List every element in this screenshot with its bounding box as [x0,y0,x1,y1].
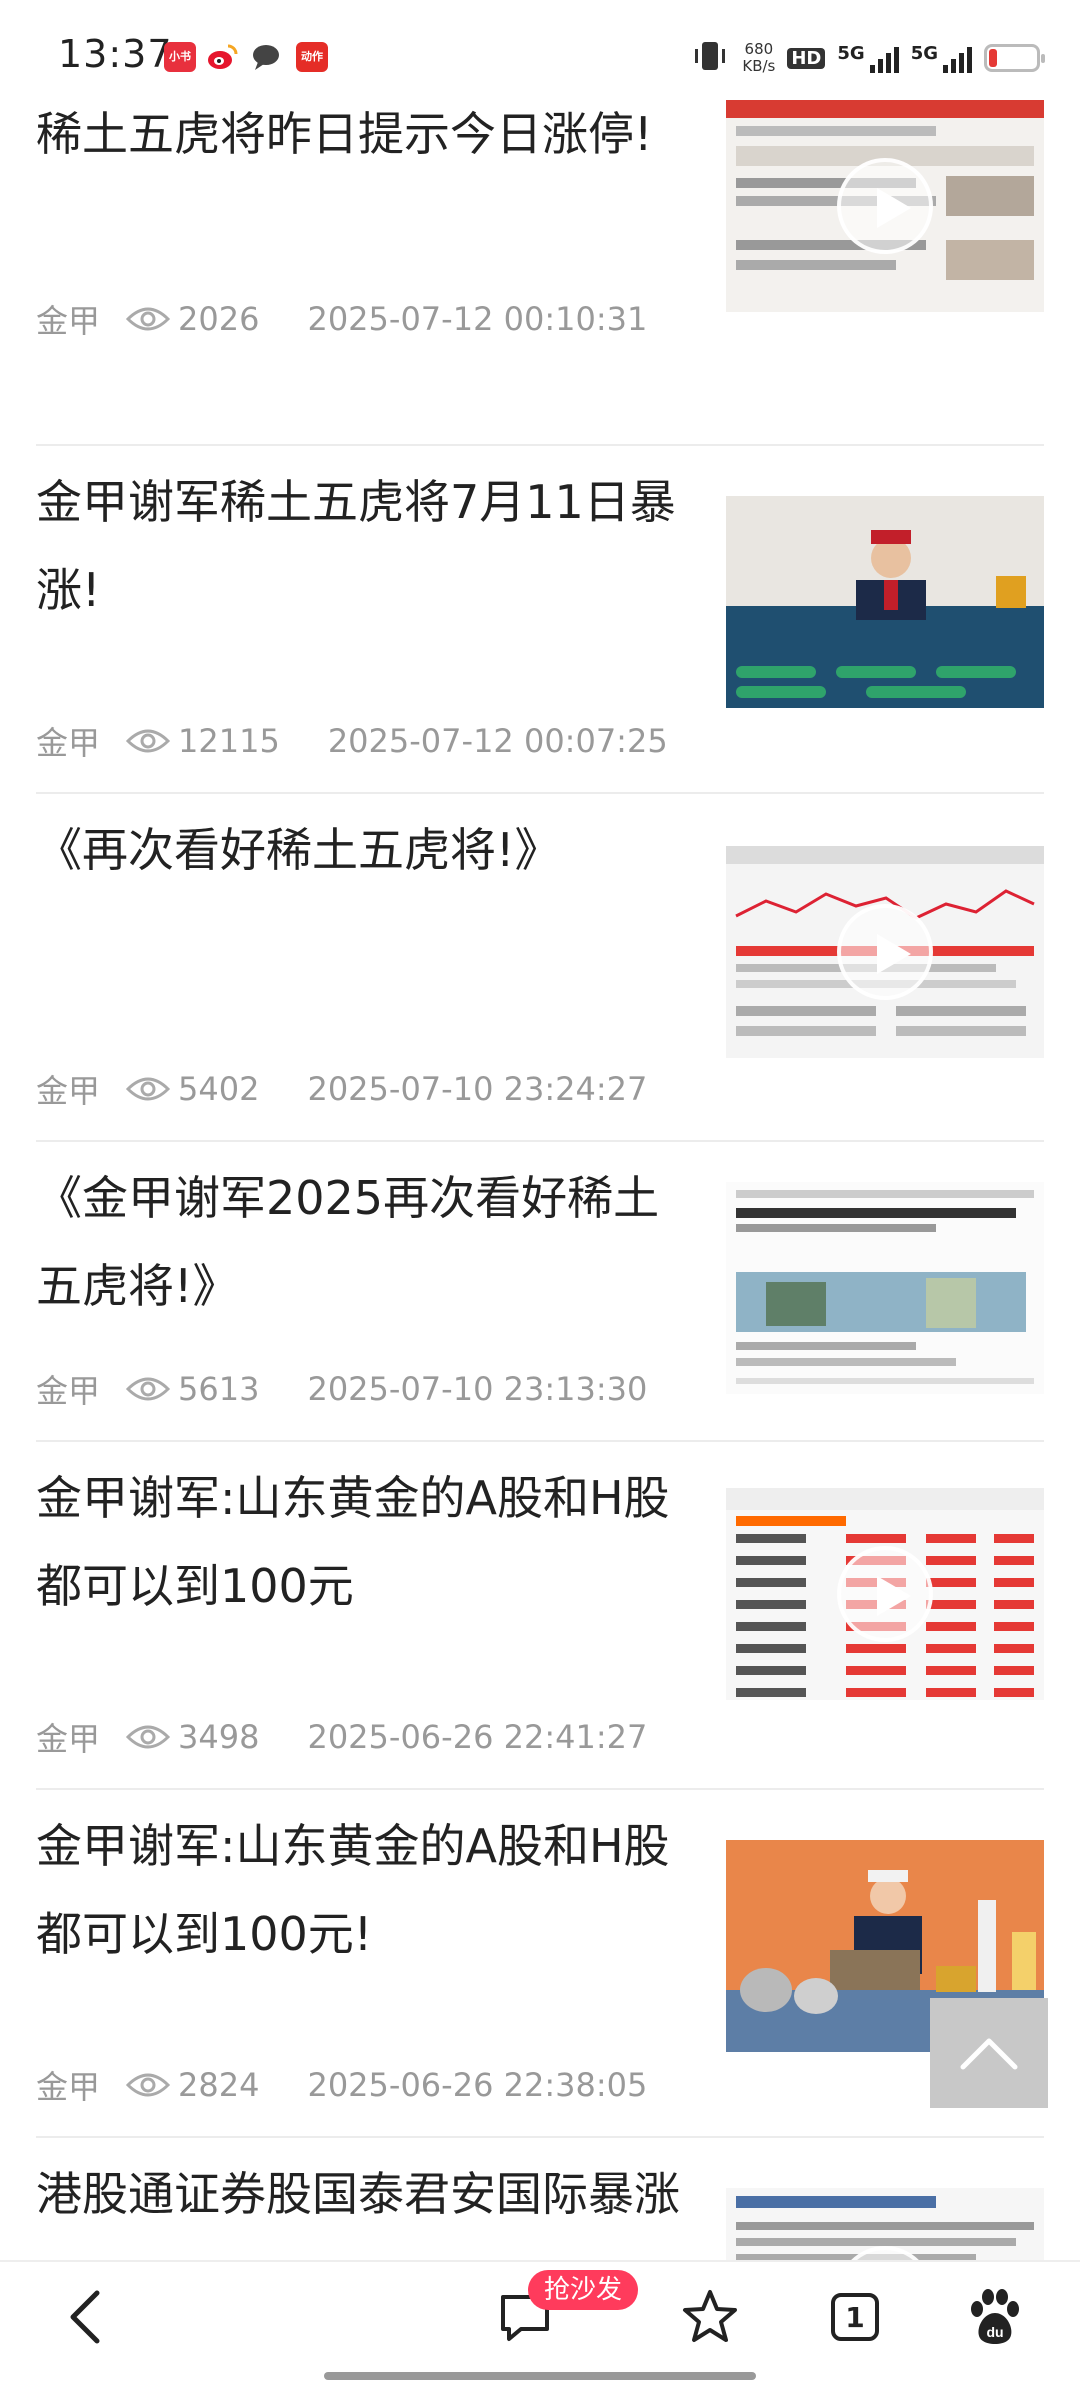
status-indicators: 680 KB/s HD 5G 5G [690,36,1045,80]
item-datetime: 2025-07-10 23:13:30 [307,1370,648,1408]
svg-text:du: du [986,2324,1003,2340]
vibrate-icon [690,39,730,77]
back-to-top-button[interactable] [930,1998,1048,2108]
item-views: 2026 [178,300,260,338]
back-arrow-icon [70,2290,100,2344]
thumbnail-image [726,1182,1044,1394]
tabs-button[interactable]: 1 [810,2262,900,2372]
views-eye-icon [126,729,171,753]
item-views: 5402 [178,1070,260,1108]
net-speed: 680 KB/s [742,41,775,75]
favorite-button[interactable] [665,2262,755,2372]
item-thumbnail[interactable] [726,1182,1044,1394]
baidu-paw-icon: du [971,2289,1019,2344]
item-title[interactable]: 金甲谢军稀土五虎将7月11日暴涨! [36,458,696,634]
article-feed[interactable]: 稀土五虎将昨日提示今日涨停! 金甲 2026 2025-07-12 00:10:… [0,100,1080,2260]
item-datetime: 2025-06-26 22:41:27 [307,1718,648,1756]
back-button[interactable] [40,2262,130,2372]
net-speed-value: 680 [744,40,774,58]
play-button-icon[interactable] [837,158,933,254]
sofa-badge[interactable]: 抢沙发 [528,2270,639,2310]
net-speed-unit: KB/s [742,57,776,75]
status-time: 13:37 [58,32,173,76]
chevron-up-icon [960,2038,1018,2070]
app-notification-icon: 动作 [296,42,328,72]
home-indicator[interactable] [324,2372,756,2380]
item-meta: 金甲 12115 2025-07-12 00:07:25 [36,718,668,764]
list-item[interactable]: 稀土五虎将昨日提示今日涨停! 金甲 2026 2025-07-12 00:10:… [36,100,1044,446]
message-bubble-icon [250,42,282,72]
item-author[interactable]: 金甲 [36,296,100,342]
item-views: 12115 [178,722,280,760]
item-thumbnail[interactable] [726,100,1044,312]
item-title[interactable]: 《金甲谢军2025再次看好稀土五虎将!》 [36,1154,696,1330]
item-author[interactable]: 金甲 [36,1714,100,1760]
item-author[interactable]: 金甲 [36,1366,100,1412]
star-icon [683,2290,737,2342]
item-title[interactable]: 港股通证券股国泰君安国际暴涨198% [36,2150,696,2260]
item-datetime: 2025-06-26 22:38:05 [307,2066,648,2104]
item-thumbnail[interactable] [726,1488,1044,1700]
item-author[interactable]: 金甲 [36,2062,100,2108]
signal-5g-2: 5G [911,43,972,73]
item-views: 5613 [178,1370,260,1408]
item-meta: 金甲 3498 2025-06-26 22:41:27 [36,1714,647,1760]
play-button-icon[interactable] [837,904,933,1000]
hd-badge: HD [787,47,826,69]
item-meta: 金甲 2026 2025-07-12 00:10:31 [36,296,647,342]
item-datetime: 2025-07-10 23:24:27 [307,1070,648,1108]
views-eye-icon [126,1377,171,1401]
views-eye-icon [126,1725,171,1749]
signal-5g-1: 5G [837,43,899,73]
status-bar: 13:37 小书 动作 680 KB/s HD 5G 5G [0,0,1080,100]
views-eye-icon [126,307,171,331]
item-author[interactable]: 金甲 [36,1066,100,1112]
list-item[interactable]: 金甲谢军:山东黄金的A股和H股都可以到100元 金甲 3498 2025-06-… [36,1442,1044,1790]
item-views: 3498 [178,1718,260,1756]
item-meta: 金甲 5613 2025-07-10 23:13:30 [36,1366,647,1412]
list-item[interactable]: 金甲谢军:山东黄金的A股和H股都可以到100元! 金甲 2824 2025-06… [36,1790,1044,2138]
item-datetime: 2025-07-12 00:07:25 [327,722,668,760]
list-item[interactable]: 金甲谢军稀土五虎将7月11日暴涨! 金甲 12115 2025-07-12 00… [36,446,1044,794]
list-item[interactable]: 港股通证券股国泰君安国际暴涨198% [36,2138,1044,2260]
item-meta: 金甲 2824 2025-06-26 22:38:05 [36,2062,647,2108]
views-eye-icon [126,1077,171,1101]
item-thumbnail[interactable] [726,496,1044,708]
item-title[interactable]: 金甲谢军:山东黄金的A股和H股都可以到100元 [36,1454,696,1630]
list-item[interactable]: 《再次看好稀土五虎将!》 金甲 5402 2025-07-10 23:24:27 [36,794,1044,1142]
item-thumbnail[interactable] [726,2188,1044,2260]
signal-label: 5G [910,43,938,64]
item-datetime: 2025-07-12 00:10:31 [307,300,648,338]
battery-icon [984,44,1045,72]
item-title[interactable]: 稀土五虎将昨日提示今日涨停! [36,100,696,178]
weibo-icon [206,42,238,72]
item-meta: 金甲 5402 2025-07-10 23:24:27 [36,1066,647,1112]
item-title[interactable]: 《再次看好稀土五虎将!》 [36,806,696,894]
tab-count: 1 [845,2300,865,2334]
list-item[interactable]: 《金甲谢军2025再次看好稀土五虎将!》 金甲 5613 2025-07-10 … [36,1142,1044,1442]
item-title[interactable]: 金甲谢军:山东黄金的A股和H股都可以到100元! [36,1802,696,1978]
item-thumbnail[interactable] [726,846,1044,1058]
baidu-home-button[interactable]: du [945,2262,1045,2372]
play-button-icon[interactable] [837,1546,933,1642]
item-author[interactable]: 金甲 [36,718,100,764]
xiaohongshu-app-icon: 小书 [164,42,196,72]
item-views: 2824 [178,2066,260,2104]
signal-label: 5G [837,43,865,64]
thumbnail-image [726,496,1044,708]
views-eye-icon [126,2073,171,2097]
